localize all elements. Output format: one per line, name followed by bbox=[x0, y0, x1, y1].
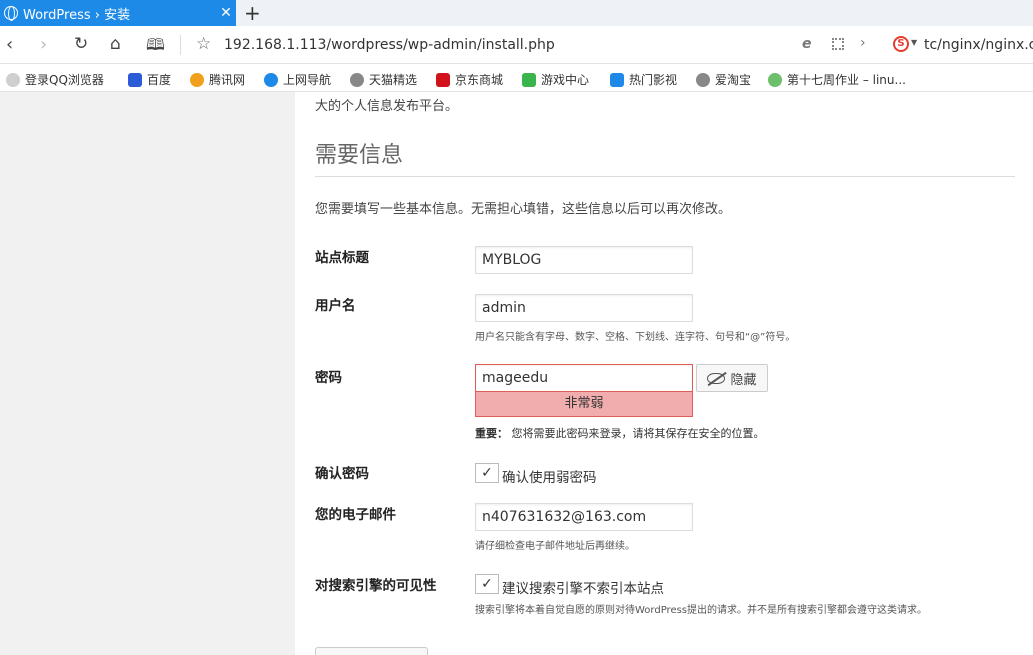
password-important-note: 重要： 您将需要此密码来登录，请将其保存在安全的位置。 bbox=[475, 425, 765, 441]
toolbar-divider bbox=[180, 35, 181, 55]
reader-icon[interactable]: 🕮 bbox=[146, 34, 165, 61]
username-input[interactable]: admin bbox=[475, 294, 693, 322]
password-input[interactable]: mageedu bbox=[475, 364, 693, 392]
tab-title: WordPress › 安装 bbox=[23, 7, 131, 23]
bookmark-aitaobao[interactable]: 爱淘宝 bbox=[696, 71, 751, 88]
chevron-down-icon[interactable]: ▼ bbox=[911, 38, 917, 47]
ie-icon bbox=[264, 72, 278, 87]
install-form-panel: 大的个人信息发布平台。 需要信息 您需要填写一些基本信息。无需担心填错，这些信息… bbox=[295, 92, 1033, 655]
globe-icon bbox=[350, 72, 364, 87]
install-button[interactable] bbox=[315, 647, 428, 655]
search-visibility-hint: 搜索引擎将本着自觉自愿的原则对待WordPress提出的请求。并不是所有搜索引擎… bbox=[475, 605, 928, 616]
search-visibility-label: 对搜索引擎的可见性 bbox=[315, 578, 437, 594]
bookmark-label: 天猫精选 bbox=[369, 73, 418, 87]
bookmark-tmall[interactable]: 天猫精选 bbox=[350, 71, 417, 88]
email-label: 您的电子邮件 bbox=[315, 507, 396, 523]
hide-password-button[interactable]: 隐藏 bbox=[696, 364, 768, 392]
bookmarks-bar: 登录QQ浏览器 百度 腾讯网 上网导航 天猫精选 京东商城 游戏中心 热门影视 … bbox=[0, 64, 1033, 92]
bookmark-label: 京东商城 bbox=[455, 73, 504, 87]
bookmark-label: 登录QQ浏览器 bbox=[25, 73, 104, 87]
ie-compat-icon[interactable]: e bbox=[802, 36, 812, 52]
user-icon bbox=[6, 72, 20, 87]
gamepad-icon bbox=[522, 72, 536, 87]
address-bar[interactable]: 192.168.1.113/wordpress/wp-admin/install… bbox=[224, 37, 555, 53]
bookmark-homework[interactable]: 第十七周作业 – linu... bbox=[768, 71, 906, 88]
search-box[interactable]: tc/nginx/nginx.co bbox=[924, 37, 1033, 53]
important-label: 重要： bbox=[475, 427, 508, 440]
eye-slash-icon bbox=[707, 372, 726, 384]
bookmark-nav[interactable]: 上网导航 bbox=[264, 71, 331, 88]
bookmark-label: 腾讯网 bbox=[209, 73, 246, 87]
baidu-paw-icon bbox=[128, 72, 142, 87]
password-strength-indicator: 非常弱 bbox=[475, 391, 693, 417]
email-hint: 请仔细检查电子邮件地址后再继续。 bbox=[475, 541, 635, 552]
bookmark-star-icon[interactable]: ☆ bbox=[196, 34, 211, 54]
forward-icon[interactable]: › bbox=[40, 34, 47, 55]
page-background bbox=[0, 92, 295, 655]
new-tab-button[interactable]: + bbox=[244, 1, 261, 25]
active-tab[interactable]: WordPress › 安装 ✕ bbox=[0, 0, 236, 26]
site-title-input[interactable]: MYBLOG bbox=[475, 246, 693, 274]
globe-icon bbox=[696, 72, 710, 87]
qr-code-icon[interactable] bbox=[832, 38, 844, 50]
discourage-search-label[interactable]: 建议搜索引擎不索引本站点 bbox=[502, 577, 664, 597]
bookmark-label: 游戏中心 bbox=[541, 73, 590, 87]
page-icon bbox=[768, 72, 782, 87]
bookmark-label: 爱淘宝 bbox=[715, 73, 752, 87]
bookmark-label: 上网导航 bbox=[283, 73, 332, 87]
form-description: 您需要填写一些基本信息。无需担心填错，这些信息以后可以再次修改。 bbox=[315, 202, 732, 217]
tencent-icon bbox=[190, 72, 204, 87]
password-label: 密码 bbox=[315, 370, 342, 386]
jd-icon bbox=[436, 72, 450, 87]
bookmark-label: 热门影视 bbox=[629, 73, 678, 87]
hide-button-label: 隐藏 bbox=[730, 372, 757, 388]
navigation-bar: ‹ › ↻ ⌂ 🕮 ☆ 192.168.1.113/wordpress/wp-a… bbox=[0, 26, 1033, 64]
back-icon[interactable]: ‹ bbox=[6, 34, 13, 55]
username-label: 用户名 bbox=[315, 298, 356, 314]
bookmark-video[interactable]: 热门影视 bbox=[610, 71, 677, 88]
play-icon bbox=[610, 72, 624, 87]
home-icon[interactable]: ⌂ bbox=[110, 34, 121, 54]
heading-divider bbox=[315, 176, 1015, 177]
bookmark-jd[interactable]: 京东商城 bbox=[436, 71, 503, 88]
page-title: 需要信息 bbox=[315, 143, 404, 168]
username-hint: 用户名只能含有字母、数字、空格、下划线、连字符、句号和“@”符号。 bbox=[475, 332, 796, 343]
confirm-weak-password-label[interactable]: 确认使用弱密码 bbox=[502, 466, 597, 486]
bookmark-label: 第十七周作业 – linu... bbox=[787, 73, 906, 87]
tab-bar: WordPress › 安装 ✕ + bbox=[0, 0, 1033, 26]
bookmark-qq-news[interactable]: 腾讯网 bbox=[190, 71, 245, 88]
bookmark-games[interactable]: 游戏中心 bbox=[522, 71, 589, 88]
important-text: 您将需要此密码来登录，请将其保存在安全的位置。 bbox=[511, 427, 765, 440]
bookmark-qq-login[interactable]: 登录QQ浏览器 bbox=[6, 71, 104, 88]
discourage-search-checkbox[interactable]: ✓ bbox=[475, 574, 499, 594]
site-title-label: 站点标题 bbox=[315, 250, 369, 266]
email-input[interactable]: n407631632@163.com bbox=[475, 503, 693, 531]
confirm-password-label: 确认密码 bbox=[315, 466, 369, 482]
reload-icon[interactable]: ↻ bbox=[74, 34, 88, 54]
confirm-weak-password-checkbox[interactable]: ✓ bbox=[475, 463, 499, 483]
close-tab-icon[interactable]: ✕ bbox=[216, 5, 236, 21]
sogou-search-icon[interactable]: S bbox=[893, 36, 909, 52]
chevron-right-icon[interactable]: › bbox=[860, 35, 866, 51]
intro-text: 大的个人信息发布平台。 bbox=[315, 99, 459, 114]
globe-icon bbox=[4, 6, 18, 21]
bookmark-label: 百度 bbox=[147, 73, 172, 87]
bookmark-baidu[interactable]: 百度 bbox=[128, 71, 171, 88]
